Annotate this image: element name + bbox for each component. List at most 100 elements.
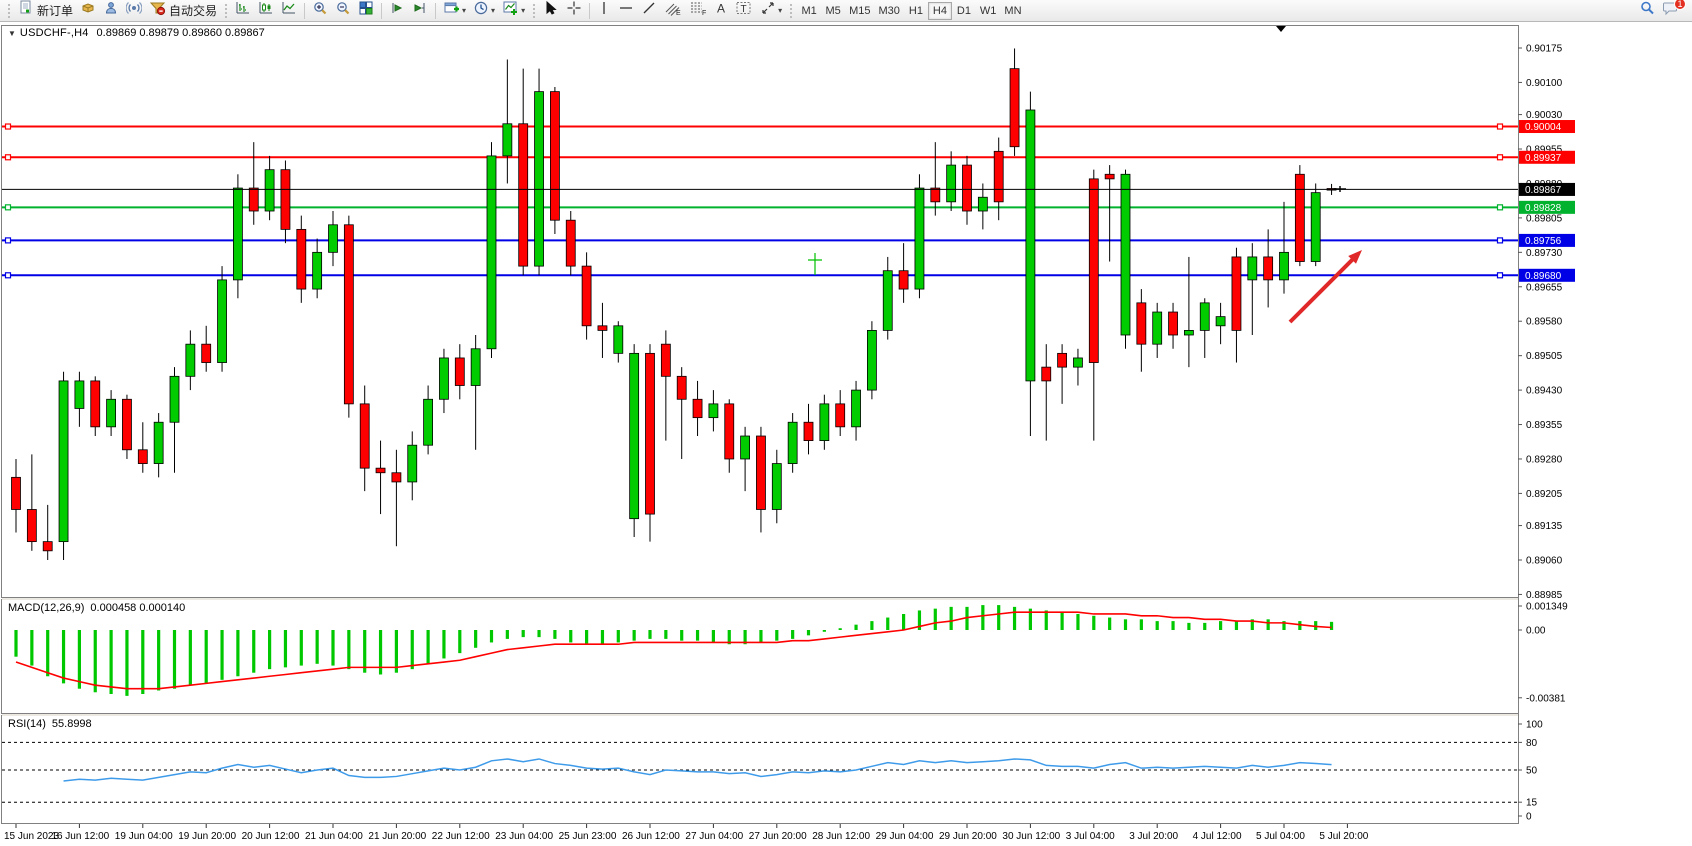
notifications-button[interactable]: 1: [1659, 1, 1682, 21]
line-handle[interactable]: [6, 205, 11, 210]
time-tick-label[interactable]: 4 Jul 12:00: [1193, 831, 1242, 842]
line-handle[interactable]: [1498, 238, 1503, 243]
timeframe-H1[interactable]: H1: [904, 2, 928, 20]
candle-body-bear: [202, 344, 211, 362]
pane-splitter[interactable]: [2, 598, 1518, 600]
timeframe-M1[interactable]: M1: [797, 2, 821, 20]
candle-body-bull: [947, 165, 956, 202]
time-tick-label[interactable]: 19 Jun 04:00: [115, 831, 173, 842]
equidistant-channel-tool[interactable]: E: [661, 1, 685, 21]
horizontal-line-tool[interactable]: [615, 1, 637, 21]
main-price-pane[interactable]: [2, 26, 1519, 598]
time-tick-label[interactable]: 16 Jun 12:00: [51, 831, 109, 842]
line-handle[interactable]: [6, 238, 11, 243]
line-handle[interactable]: [1498, 273, 1503, 278]
price-tick-label: 0.89355: [1526, 420, 1563, 431]
vertical-line-tool[interactable]: [594, 1, 614, 21]
autotrading-button[interactable]: 自动交易: [146, 1, 220, 21]
macd-pane[interactable]: [2, 600, 1519, 714]
periods-button[interactable]: ▾: [470, 1, 498, 21]
time-tick-label[interactable]: 3 Jul 04:00: [1066, 831, 1115, 842]
indicators-button[interactable]: ▾: [499, 1, 528, 21]
timeframe-W1[interactable]: W1: [976, 2, 1001, 20]
new-order-button[interactable]: 新订单: [15, 1, 76, 21]
time-tick-label[interactable]: 5 Jul 20:00: [1319, 831, 1368, 842]
text-tool[interactable]: A: [711, 1, 731, 21]
time-tick-label[interactable]: 20 Jun 12:00: [242, 831, 300, 842]
crosshair-tool-button[interactable]: [563, 1, 585, 21]
time-tick-label[interactable]: 5 Jul 04:00: [1256, 831, 1305, 842]
time-tick-label[interactable]: 30 Jun 12:00: [1002, 831, 1060, 842]
price-tick-label: 0.89655: [1526, 282, 1563, 293]
fibonacci-tool[interactable]: F: [686, 1, 710, 21]
auto-scroll-button[interactable]: [386, 1, 408, 21]
search-button[interactable]: [1636, 1, 1659, 21]
macd-values: 0.000458 0.000140: [90, 602, 185, 614]
candle-body-bull: [503, 124, 512, 156]
time-tick-label[interactable]: 21 Jun 04:00: [305, 831, 363, 842]
new-chart-button[interactable]: ▾: [440, 1, 469, 21]
time-tick-label[interactable]: 26 Jun 12:00: [622, 831, 680, 842]
signals-button[interactable]: [123, 1, 145, 21]
timeframe-M15[interactable]: M15: [845, 2, 874, 20]
time-tick-label[interactable]: 21 Jun 20:00: [368, 831, 426, 842]
chevron-down-icon: ▾: [462, 6, 466, 15]
bar-chart-button[interactable]: [232, 1, 254, 21]
candlestick-chart-button[interactable]: [255, 1, 277, 21]
candle-body-bull: [471, 349, 480, 386]
timeframe-D1[interactable]: D1: [952, 2, 976, 20]
line-handle[interactable]: [1498, 124, 1503, 129]
arrows-tool[interactable]: ▾: [757, 1, 785, 21]
line-handle[interactable]: [1498, 205, 1503, 210]
timeframe-toolbar: M1M5M15M30H1H4D1W1MN: [797, 2, 1025, 20]
time-tick-label[interactable]: 22 Jun 12:00: [432, 831, 490, 842]
time-tick-label[interactable]: 27 Jun 04:00: [685, 831, 743, 842]
toolbar-grip: [532, 3, 536, 19]
zoom-out-button[interactable]: [332, 1, 354, 21]
candle-body-bear: [661, 344, 670, 376]
time-tick-label[interactable]: 3 Jul 20:00: [1129, 831, 1178, 842]
time-tick-label[interactable]: 23 Jun 04:00: [495, 831, 553, 842]
timeframe-M30[interactable]: M30: [875, 2, 904, 20]
time-tick-label[interactable]: 29 Jun 20:00: [939, 831, 997, 842]
time-tick-label[interactable]: 27 Jun 20:00: [749, 831, 807, 842]
time-tick-label[interactable]: 25 Jun 23:00: [559, 831, 617, 842]
price-tick-label: 0.90030: [1526, 110, 1563, 121]
candle-body-bull: [741, 436, 750, 459]
candle-body-bull: [1121, 174, 1130, 335]
line-handle[interactable]: [6, 155, 11, 160]
styler-button[interactable]: [100, 1, 122, 21]
candle-body-bear: [756, 436, 765, 509]
candle-body-bear: [122, 399, 131, 450]
timeframe-M5[interactable]: M5: [821, 2, 845, 20]
metaeditor-button[interactable]: [77, 1, 99, 21]
candle-body-bull: [978, 197, 987, 211]
arrows-icon: [760, 0, 776, 21]
line-handle[interactable]: [6, 124, 11, 129]
candle-body-bull: [265, 170, 274, 211]
line-handle[interactable]: [1498, 155, 1503, 160]
svg-text:E: E: [676, 10, 681, 16]
zoom-in-button[interactable]: [309, 1, 331, 21]
candle-body-bull: [1184, 330, 1193, 335]
cursor-tool-button[interactable]: [540, 1, 562, 21]
line-chart-button[interactable]: [278, 1, 300, 21]
line-handle[interactable]: [6, 273, 11, 278]
price-tick-label: 0.89060: [1526, 555, 1563, 566]
timeframe-H4[interactable]: H4: [928, 2, 952, 20]
chart-canvas[interactable]: 0.901750.901000.900300.899550.898800.898…: [0, 22, 1692, 846]
time-tick-label[interactable]: 19 Jun 20:00: [178, 831, 236, 842]
pane-splitter[interactable]: [2, 714, 1518, 716]
candle-body-bear: [27, 509, 36, 541]
time-tick-label[interactable]: 28 Jun 12:00: [812, 831, 870, 842]
candle-body-bull: [186, 344, 195, 376]
tile-windows-button[interactable]: [355, 1, 377, 21]
text-label-tool[interactable]: T: [732, 1, 756, 21]
candle-body-bear: [804, 422, 813, 440]
trendline-tool[interactable]: [638, 1, 660, 21]
collapse-triangle-icon[interactable]: ▼: [8, 29, 16, 38]
timeframe-MN[interactable]: MN: [1000, 2, 1025, 20]
time-tick-label[interactable]: 29 Jun 04:00: [876, 831, 934, 842]
chart-shift-button[interactable]: [409, 1, 431, 21]
zoom-out-icon: [335, 0, 351, 21]
